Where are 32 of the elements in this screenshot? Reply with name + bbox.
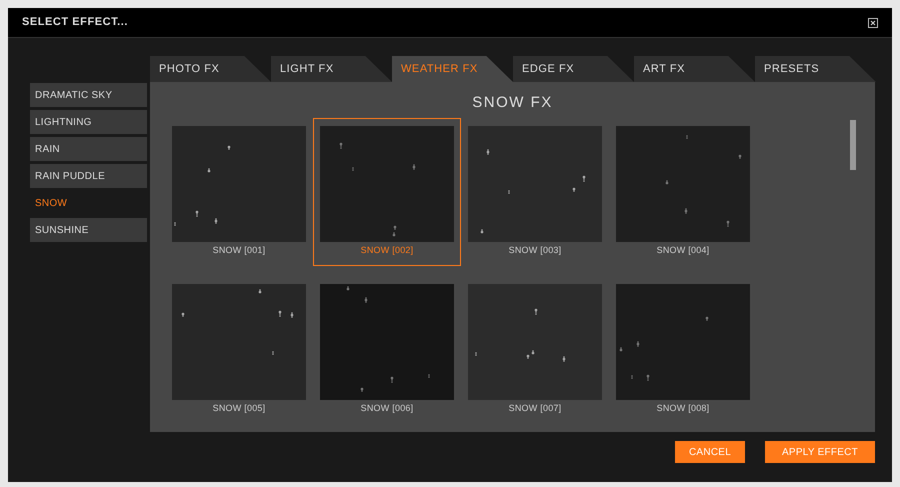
scrollbar-thumb[interactable] xyxy=(850,120,856,170)
panel-title: SNOW FX xyxy=(472,93,553,113)
tab[interactable]: LIGHT FX xyxy=(271,56,392,82)
effect-thumbnail[interactable]: SNOW [002] xyxy=(313,118,461,266)
effect-label: SNOW [002] xyxy=(360,244,414,257)
effect-label: SNOW [001] xyxy=(212,244,266,257)
tab[interactable]: WEATHER FX xyxy=(392,56,513,82)
sidebar-item[interactable]: SUNSHINE xyxy=(30,218,147,242)
effect-label: SNOW [003] xyxy=(508,244,562,257)
tab[interactable]: PRESETS xyxy=(755,56,876,82)
sidebar-item[interactable]: DRAMATIC SKY xyxy=(30,83,147,107)
close-icon[interactable] xyxy=(868,18,878,28)
effect-thumbnail[interactable]: SNOW [003] xyxy=(461,118,609,266)
effect-label: SNOW [008] xyxy=(656,402,710,415)
tab[interactable]: ART FX xyxy=(634,56,755,82)
effect-thumbnail[interactable]: SNOW [004] xyxy=(609,118,757,266)
effect-thumbnail[interactable]: SNOW [007] xyxy=(461,276,609,424)
effect-label: SNOW [007] xyxy=(508,402,562,415)
window-title: SELECT EFFECT... xyxy=(22,15,128,30)
tab[interactable]: PHOTO FX xyxy=(150,56,271,82)
tab[interactable]: EDGE FX xyxy=(513,56,634,82)
effect-label: SNOW [005] xyxy=(212,402,266,415)
effect-thumbnail[interactable]: SNOW [005] xyxy=(165,276,313,424)
sidebar-item[interactable]: RAIN PUDDLE xyxy=(30,164,147,188)
effect-thumbnail[interactable]: SNOW [008] xyxy=(609,276,757,424)
effect-thumbnail[interactable]: SNOW [006] xyxy=(313,276,461,424)
sidebar-item[interactable]: SNOW xyxy=(30,191,147,215)
sidebar-item[interactable]: RAIN xyxy=(30,137,147,161)
effect-thumbnail[interactable]: SNOW [001] xyxy=(165,118,313,266)
effect-label: SNOW [004] xyxy=(656,244,710,257)
effect-label: SNOW [006] xyxy=(360,402,414,415)
sidebar-item[interactable]: LIGHTNING xyxy=(30,110,147,134)
